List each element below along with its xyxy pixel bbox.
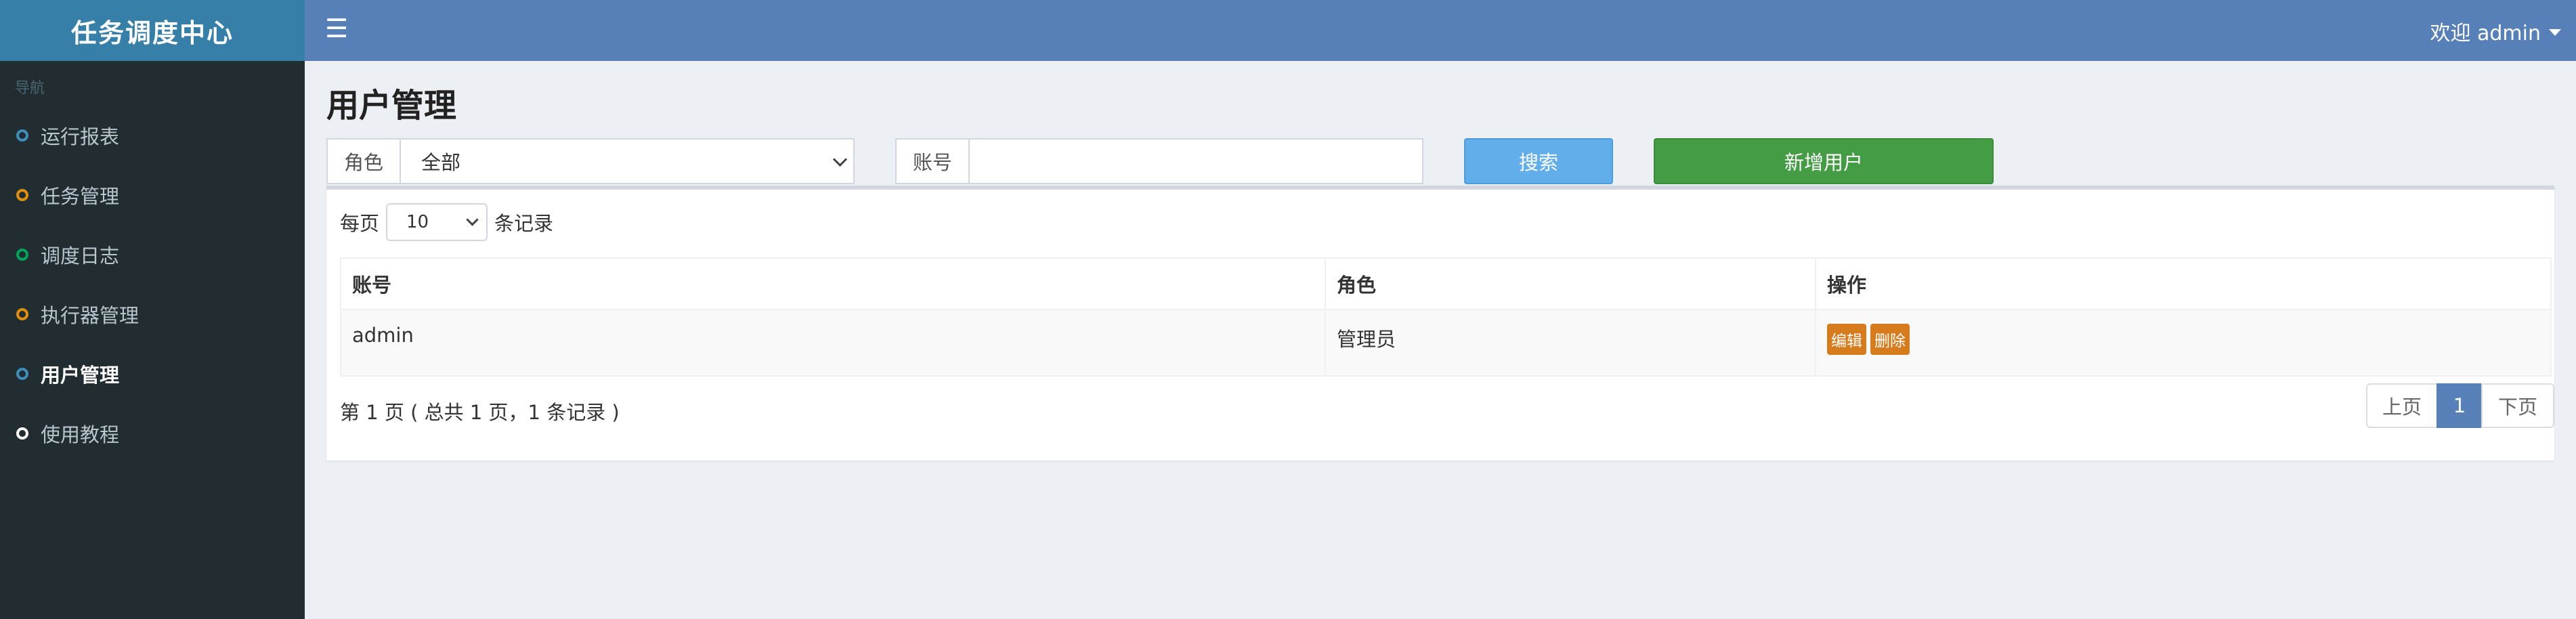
- column-header-actions: 操作: [1815, 257, 2552, 310]
- user-table: 账号 角色 操作 admin 管理员 编辑 删除: [340, 257, 2552, 377]
- chevron-down-icon: [832, 152, 848, 167]
- user-menu[interactable]: 欢迎 admin: [2430, 16, 2561, 46]
- account-filter: 账号: [895, 138, 1423, 184]
- account-label: 账号: [897, 140, 970, 183]
- page-size-control: 每页 10 条记录: [340, 203, 553, 241]
- sidebar-item-report[interactable]: 运行报表: [0, 106, 305, 165]
- per-page-suffix: 条记录: [494, 212, 554, 235]
- page-size-value: 10: [406, 212, 429, 232]
- sidebar-item-jobs[interactable]: 任务管理: [0, 165, 305, 225]
- circle-icon: [16, 308, 28, 320]
- top-navbar: ☰ 欢迎 admin: [305, 0, 2576, 61]
- main-content: 用户管理 角色 全部 账号 搜索 新增用户 每页 10 条记录 账号 角色 操作…: [305, 61, 2576, 619]
- table-header-row: 账号 角色 操作: [340, 257, 2552, 310]
- cell-role: 管理员: [1325, 309, 1816, 377]
- account-input[interactable]: [970, 140, 1422, 183]
- page-title: 用户管理: [326, 87, 457, 125]
- cell-actions: 编辑 删除: [1815, 309, 2552, 377]
- menu-toggle-icon[interactable]: ☰: [325, 15, 348, 42]
- pagination: 上页 1 下页: [2366, 383, 2554, 428]
- circle-icon: [16, 368, 28, 380]
- chevron-down-icon: [466, 213, 479, 226]
- pagination-summary: 第 1 页 ( 总共 1 页，1 条记录 ): [340, 401, 620, 424]
- delete-button[interactable]: 删除: [1870, 324, 1910, 355]
- edit-button[interactable]: 编辑: [1827, 324, 1866, 355]
- role-select[interactable]: 全部: [401, 140, 853, 183]
- sidebar-item-label: 执行器管理: [41, 304, 139, 327]
- welcome-text: 欢迎 admin: [2430, 22, 2541, 45]
- sidebar-item-label: 用户管理: [41, 364, 120, 387]
- column-header-account[interactable]: 账号: [340, 257, 1326, 310]
- next-page-button[interactable]: 下页: [2481, 383, 2554, 428]
- circle-icon: [16, 249, 28, 261]
- sidebar-item-executors[interactable]: 执行器管理: [0, 284, 305, 344]
- role-filter: 角色 全部: [326, 138, 855, 184]
- sidebar-item-label: 调度日志: [41, 244, 120, 268]
- role-select-value: 全部: [421, 151, 461, 174]
- sidebar-item-logs[interactable]: 调度日志: [0, 225, 305, 284]
- page-size-select[interactable]: 10: [386, 203, 488, 241]
- per-page-prefix: 每页: [340, 212, 380, 235]
- page-1-button[interactable]: 1: [2437, 383, 2483, 428]
- brand-logo[interactable]: 任务调度中心: [0, 0, 305, 61]
- add-user-button[interactable]: 新增用户: [1654, 138, 1994, 184]
- user-table-box: 每页 10 条记录 账号 角色 操作 admin 管理员 编辑 删除 第 1 页…: [326, 186, 2554, 461]
- circle-icon: [16, 129, 28, 142]
- nav-section-header: 导航: [15, 80, 45, 97]
- circle-icon: [16, 427, 28, 440]
- prev-page-button[interactable]: 上页: [2366, 383, 2438, 428]
- cell-account: admin: [340, 309, 1326, 377]
- sidebar-item-label: 运行报表: [41, 125, 120, 148]
- column-header-role[interactable]: 角色: [1325, 257, 1816, 310]
- sidebar-item-help[interactable]: 使用教程: [0, 404, 305, 463]
- sidebar-item-label: 使用教程: [41, 423, 120, 446]
- sidebar-item-label: 任务管理: [41, 185, 120, 208]
- table-row: admin 管理员 编辑 删除: [340, 309, 2552, 377]
- circle-icon: [16, 189, 28, 201]
- caret-down-icon: [2549, 29, 2561, 36]
- search-button[interactable]: 搜索: [1464, 138, 1613, 184]
- sidebar: 任务调度中心 导航 运行报表 任务管理 调度日志 执行器管理 用户管理 使用教程: [0, 0, 305, 619]
- sidebar-item-users[interactable]: 用户管理: [0, 344, 305, 404]
- role-label: 角色: [328, 140, 401, 183]
